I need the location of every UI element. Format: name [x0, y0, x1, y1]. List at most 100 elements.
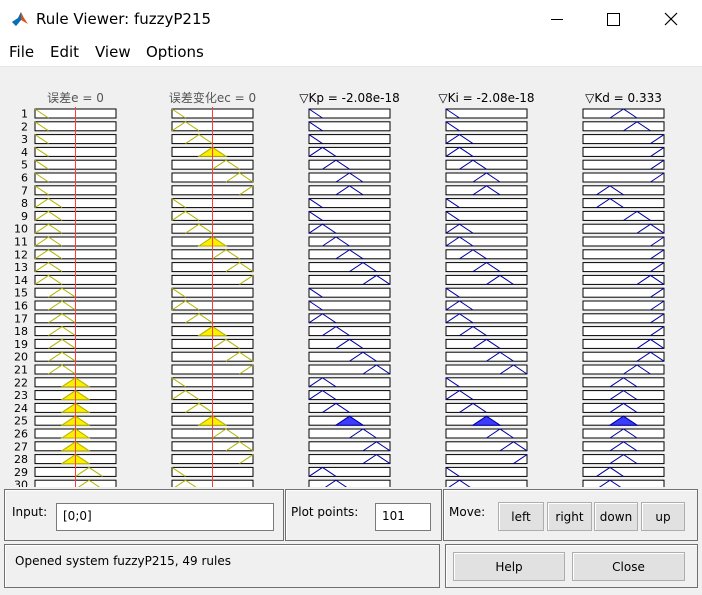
variable-header: 误差变化ec = 0: [169, 90, 256, 105]
rule-cell: [445, 249, 528, 260]
rule-number: 23: [14, 389, 28, 402]
rule-number: 3: [21, 133, 28, 146]
menu-view[interactable]: View: [95, 43, 131, 61]
rule-cell: [445, 466, 528, 477]
help-close-panel: Help Close: [445, 544, 698, 588]
close-window-button[interactable]: [642, 0, 700, 38]
variable-header: ▽Ki = -2.08e-18: [438, 91, 534, 105]
rule-cell: [445, 325, 528, 337]
rule-cell: [582, 389, 665, 401]
move-panel: Move: left right down up: [443, 489, 698, 541]
rule-cell: [445, 389, 528, 401]
rule-cell: [445, 313, 528, 324]
rule-cell: [308, 108, 391, 119]
rule-cell: [582, 262, 665, 273]
rule-cell: [582, 121, 665, 132]
rule-cell: [582, 453, 665, 465]
status-text: Opened system fuzzyP215, 49 rules: [15, 554, 231, 568]
rule-number: 6: [21, 172, 28, 185]
move-down-button[interactable]: down: [594, 502, 638, 531]
rule-number: 1: [21, 108, 28, 121]
rule-number: 11: [14, 236, 28, 249]
rule-cell: [582, 300, 665, 311]
rule-cell: [582, 210, 665, 221]
rule-cell: [445, 198, 528, 209]
title-bar: Rule Viewer: fuzzyP215: [0, 0, 702, 38]
rule-cell-box: [445, 262, 528, 273]
menu-file[interactable]: File: [9, 43, 34, 61]
rule-cell-box: [445, 274, 528, 285]
rule-cell-box: [308, 479, 391, 487]
rule-cell: [445, 121, 528, 132]
menu-edit[interactable]: Edit: [50, 43, 79, 61]
rule-cell: [582, 377, 665, 388]
rule-cell: [308, 377, 391, 388]
rule-cell-box: [308, 326, 391, 337]
rule-cell: [308, 236, 391, 247]
rule-cell: [582, 197, 665, 209]
move-up-button[interactable]: up: [641, 502, 685, 531]
rule-cell: [582, 159, 665, 170]
rule-cell: [308, 466, 391, 477]
rule-cell: [445, 441, 528, 452]
variable-header: ▽Kd = 0.333: [585, 91, 662, 105]
rule-cell: [308, 146, 391, 157]
rule-cell-box: [582, 441, 665, 452]
rule-cell: [445, 287, 528, 298]
rule-cell: [308, 453, 391, 465]
help-button[interactable]: Help: [453, 552, 565, 581]
rule-cell: [582, 441, 665, 452]
rule-cell-box: [582, 479, 665, 487]
rule-cell-box: [308, 338, 391, 349]
rule-cell: [445, 133, 528, 145]
rule-cell-box: [308, 428, 391, 439]
maximize-button[interactable]: [584, 0, 642, 38]
rule-cell: [445, 479, 528, 487]
variable-header: ▽Kp = -2.08e-18: [299, 91, 399, 105]
rule-cell: [445, 172, 528, 183]
rules-plot: 误差e = 0 误差变化ec = 0 ▽Kp = -2.08e-18 ▽Ki = -2…: [14, 90, 665, 487]
rule-cell: [308, 351, 391, 362]
menu-options[interactable]: Options: [146, 43, 204, 61]
rule-cell-box: [308, 249, 391, 260]
rule-number: 26: [14, 428, 28, 441]
rule-number: 27: [14, 440, 28, 453]
minimize-icon: [551, 18, 563, 20]
rule-number: 15: [14, 287, 28, 300]
rule-cell: [445, 364, 528, 375]
rule-cell: [582, 338, 665, 349]
plot-points-field[interactable]: 101: [375, 503, 431, 531]
move-left-button[interactable]: left: [498, 502, 544, 531]
matlab-logo-icon: [12, 12, 28, 26]
input-field[interactable]: [0;0]: [56, 503, 274, 531]
rule-cell: [308, 274, 391, 285]
rule-cell: [308, 338, 391, 349]
close-icon: [664, 12, 678, 26]
rule-cell: [582, 146, 665, 157]
rule-number: 28: [14, 453, 28, 466]
rule-cell-box: [582, 390, 665, 401]
rule-cell: [308, 198, 391, 209]
rule-cell-box: [582, 466, 665, 477]
maximize-icon: [606, 12, 620, 26]
rule-cell: [308, 261, 391, 273]
close-button[interactable]: Close: [572, 552, 685, 581]
rule-cell: [445, 185, 528, 196]
plot-points-panel: Plot points: 101: [285, 489, 442, 541]
rule-cell-box: [308, 185, 391, 196]
rule-cell-box: [445, 172, 528, 183]
rule-cell-box: [582, 108, 665, 119]
rule-cell-box: [582, 185, 665, 196]
rule-cell-box: [445, 185, 528, 196]
rule-cell-box: [445, 249, 528, 260]
window-title: Rule Viewer: fuzzyP215: [36, 10, 212, 28]
rule-cell: [308, 325, 391, 337]
rule-cell-box: [582, 364, 665, 375]
move-right-button[interactable]: right: [547, 502, 592, 531]
minimize-button[interactable]: [528, 0, 586, 38]
rule-number: 17: [14, 312, 28, 325]
rule-cell: [308, 159, 391, 170]
input-label: Input:: [12, 505, 48, 519]
rule-number: 8: [21, 197, 28, 210]
rule-cell: [308, 364, 391, 375]
